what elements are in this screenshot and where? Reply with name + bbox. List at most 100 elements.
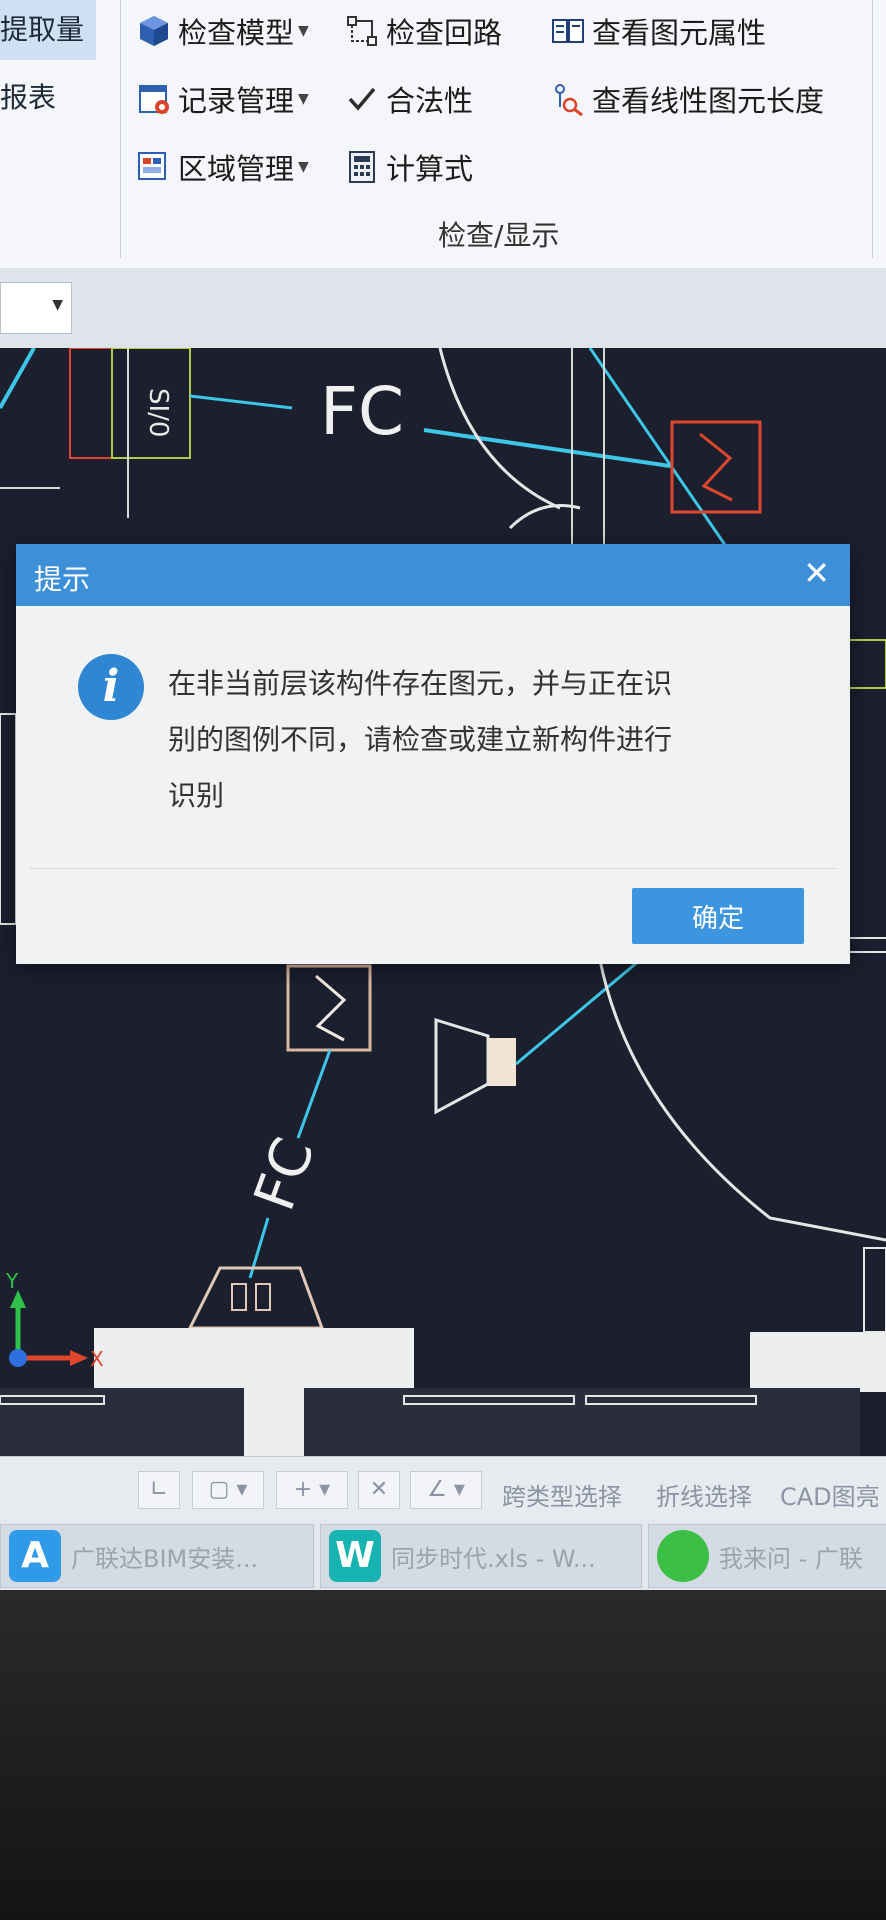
book-icon [552, 19, 584, 43]
device-detail [255, 1283, 271, 1311]
taskbar-item[interactable]: A 广联达BIM安装... [0, 1524, 314, 1588]
app-icon: A [9, 1530, 61, 1582]
structure-block [0, 1388, 244, 1456]
tag-box [69, 348, 113, 459]
edge-box [845, 639, 886, 689]
calculator-icon [349, 151, 375, 183]
record-mgmt-label: 记录管理 [178, 84, 295, 118]
check-model-button[interactable]: 检查模型 ▼ [136, 10, 309, 52]
edge-box [863, 1247, 886, 1333]
screen: 提取量 报表 检查模型 ▼ 检查回路 查看图元属性 记录管理 ▼ 合法性 查看线… [0, 0, 886, 1590]
door-arc [438, 348, 561, 510]
pipe-line [515, 958, 641, 1066]
formula-button[interactable]: 计算式 [344, 146, 473, 188]
legality-button[interactable]: 合法性 [344, 78, 473, 120]
ribbon-item-report[interactable]: 报表 [0, 76, 56, 116]
dialog-message-line: 别的图例不同，请检查或建立新构件进行 [168, 723, 673, 756]
cube-icon [140, 16, 168, 46]
cross-tool-icon[interactable]: ✕ [358, 1471, 400, 1509]
taskbar-item-label: 我来问 - 广联 [719, 1544, 863, 1573]
close-icon[interactable]: ✕ [803, 554, 830, 592]
check-icon [348, 87, 376, 111]
ribbon-divider [872, 0, 873, 258]
speaker-symbol [434, 1017, 490, 1115]
chevron-down-icon: ▼ [298, 91, 309, 107]
sheet-icon: W [329, 1530, 381, 1582]
loop-icon [347, 16, 377, 46]
chat-icon [657, 1530, 709, 1582]
detector-symbol [286, 964, 372, 1052]
ok-button[interactable]: 确定 [632, 888, 804, 944]
detector-zigzag [699, 432, 733, 502]
axis-y-label: Y [5, 1269, 19, 1293]
dialog-message-line: 识别 [168, 779, 225, 812]
structure-block [750, 1332, 886, 1392]
legality-label: 合法性 [386, 84, 474, 118]
status-toolbar: ∟ ▢ ▾ + ▾ ✕ ∠ ▾ 跨类型选择 折线选择 CAD图亮 [0, 1456, 886, 1521]
taskbar-item-label: 同步时代.xls - W... [391, 1544, 596, 1573]
detector-zigzag [315, 974, 347, 1042]
ruler-icon [555, 84, 583, 117]
ribbon-divider [120, 0, 121, 258]
dialog-message-line: 在非当前层该构件存在图元，并与正在识 [168, 667, 673, 700]
formula-label: 计算式 [386, 152, 474, 186]
monitor-bezel [0, 1590, 886, 1920]
check-loop-label: 检查回路 [386, 16, 503, 50]
view-props-button[interactable]: 查看图元属性 [550, 10, 766, 52]
chevron-down-icon: ▼ [52, 297, 63, 313]
region-mgmt-button[interactable]: 区域管理 ▼ [136, 146, 309, 188]
tag-label: SI/0 [143, 388, 173, 437]
check-model-label: 检查模型 [178, 16, 295, 50]
cross-type-select-button[interactable]: 跨类型选择 [502, 1477, 622, 1512]
dialog-divider [30, 868, 836, 869]
wall-curve [598, 959, 886, 1242]
taskbar: A 广联达BIM安装... W 同步时代.xls - W... 我来问 - 广联 [0, 1520, 886, 1590]
ribbon: 提取量 报表 检查模型 ▼ 检查回路 查看图元属性 记录管理 ▼ 合法性 查看线… [0, 0, 886, 269]
taskbar-item[interactable]: W 同步时代.xls - W... [320, 1524, 642, 1588]
axis-x-label: X [90, 1347, 104, 1371]
detector-symbol [670, 420, 762, 514]
ortho-tool-icon[interactable]: ∟ [138, 1471, 180, 1509]
pipe-line [189, 394, 293, 410]
device-detail [231, 1283, 247, 1311]
fc-label-bottom: FC [242, 1130, 327, 1219]
fc-label-top: FC [320, 373, 404, 450]
view-props-label: 查看图元属性 [592, 16, 767, 50]
structure-block [244, 1388, 304, 1456]
dialog-title-bar[interactable]: 提示 ✕ [16, 544, 850, 606]
taskbar-item[interactable]: 我来问 - 广联 [648, 1524, 886, 1588]
dialog-title: 提示 [34, 563, 91, 596]
structure-block [304, 1388, 860, 1456]
door-arc [508, 504, 581, 530]
pipe-line [423, 428, 671, 468]
structure-block [94, 1328, 414, 1388]
check-loop-button[interactable]: 检查回路 [344, 10, 502, 52]
pipe-line [296, 1049, 332, 1139]
layer-toolbar [0, 268, 886, 348]
snap-tool-icon[interactable]: + ▾ [276, 1471, 348, 1509]
view-length-label: 查看线性图元长度 [592, 84, 825, 118]
axis-origin [9, 1349, 27, 1367]
record-mgmt-button[interactable]: 记录管理 ▼ [136, 78, 309, 120]
edge-box [0, 713, 17, 925]
region-mgmt-label: 区域管理 [178, 152, 295, 186]
ribbon-tab-extract[interactable]: 提取量 [0, 0, 96, 60]
prompt-dialog: 提示 ✕ i 在非当前层该构件存在图元，并与正在识 别的图例不同，请检查或建立新… [16, 544, 850, 964]
axis-x-arrow [70, 1350, 88, 1366]
polyline-select-button[interactable]: 折线选择 [656, 1477, 752, 1512]
box-select-tool-icon[interactable]: ▢ ▾ [192, 1471, 264, 1509]
region-icon [138, 152, 166, 180]
cad-toggle-button[interactable]: CAD图亮 [780, 1477, 880, 1512]
view-length-button[interactable]: 查看线性图元长度 [550, 78, 824, 120]
info-icon: i [78, 654, 144, 720]
record-icon [139, 85, 169, 114]
pipe-line [588, 348, 736, 559]
ribbon-group-label: 检查/显示 [438, 219, 560, 252]
angle-tool-icon[interactable]: ∠ ▾ [410, 1471, 482, 1509]
chevron-down-icon: ▼ [298, 159, 309, 175]
dialog-message: 在非当前层该构件存在图元，并与正在识 别的图例不同，请检查或建立新构件进行 识别 [168, 656, 788, 824]
pipe-line [0, 348, 36, 409]
chevron-down-icon: ▼ [298, 23, 309, 39]
taskbar-item-label: 广联达BIM安装... [71, 1544, 259, 1573]
layer-select[interactable]: ▼ [0, 282, 72, 334]
